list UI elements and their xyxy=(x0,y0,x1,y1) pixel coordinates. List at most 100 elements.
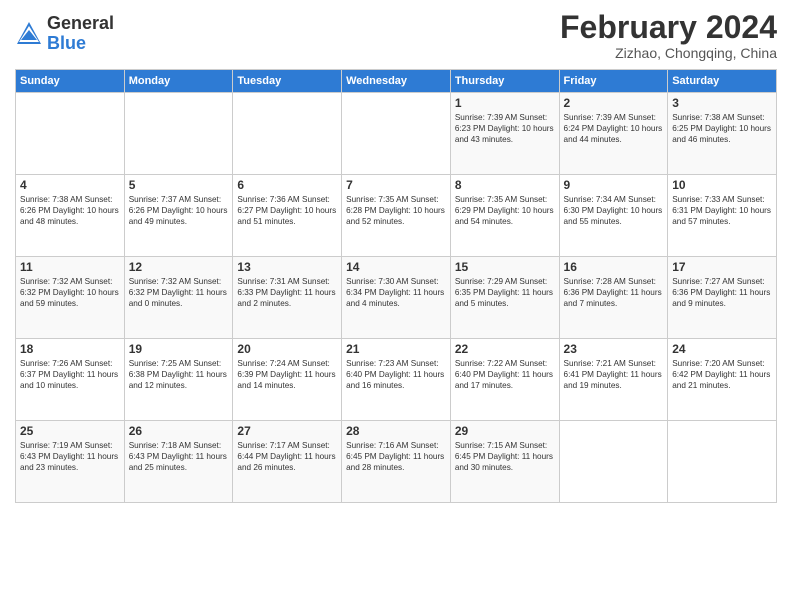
day-cell: 19 Sunrise: 7:25 AM Sunset: 6:38 PM Dayli… xyxy=(124,339,233,421)
col-header-wednesday: Wednesday xyxy=(342,70,451,93)
week-row-1: 1 Sunrise: 7:39 AM Sunset: 6:23 PM Daylig… xyxy=(16,93,777,175)
day-cell xyxy=(233,93,342,175)
day-cell: 4 Sunrise: 7:38 AM Sunset: 6:26 PM Daylig… xyxy=(16,175,125,257)
day-cell: 10Sunrise: 7:33 AM Sunset: 6:31 PM Dayli… xyxy=(668,175,777,257)
col-header-monday: Monday xyxy=(124,70,233,93)
day-number: 7 xyxy=(346,178,446,192)
logo-icon xyxy=(15,20,43,48)
day-number: 12 xyxy=(129,260,229,274)
day-number: 18 xyxy=(20,342,120,356)
day-info: Sunrise: 7:26 AM Sunset: 6:37 PM Dayligh… xyxy=(20,358,120,391)
day-cell: 8 Sunrise: 7:35 AM Sunset: 6:29 PM Daylig… xyxy=(450,175,559,257)
day-cell xyxy=(342,93,451,175)
day-cell: 2 Sunrise: 7:39 AM Sunset: 6:24 PM Daylig… xyxy=(559,93,668,175)
day-info: Sunrise: 7:35 AM Sunset: 6:29 PM Dayligh… xyxy=(455,194,555,227)
col-header-thursday: Thursday xyxy=(450,70,559,93)
day-number: 13 xyxy=(237,260,337,274)
day-cell: 24 Sunrise: 7:20 AM Sunset: 6:42 PM Dayli… xyxy=(668,339,777,421)
day-info: Sunrise: 7:36 AM Sunset: 6:27 PM Dayligh… xyxy=(237,194,337,227)
title-area: February 2024 Zizhao, Chongqing, China xyxy=(560,10,777,61)
day-cell: 28 Sunrise: 7:16 AM Sunset: 6:45 PM Dayli… xyxy=(342,421,451,503)
day-cell: 16 Sunrise: 7:28 AM Sunset: 6:36 PM Dayli… xyxy=(559,257,668,339)
day-info: Sunrise: 7:39 AM Sunset: 6:24 PM Dayligh… xyxy=(564,112,664,145)
day-number: 8 xyxy=(455,178,555,192)
day-cell: 7 Sunrise: 7:35 AM Sunset: 6:28 PM Daylig… xyxy=(342,175,451,257)
logo-text: General Blue xyxy=(47,14,114,54)
day-info: Sunrise: 7:34 AM Sunset: 6:30 PM Dayligh… xyxy=(564,194,664,227)
day-info: Sunrise: 7:38 AM Sunset: 6:25 PM Dayligh… xyxy=(672,112,772,145)
day-cell: 21 Sunrise: 7:23 AM Sunset: 6:40 PM Dayli… xyxy=(342,339,451,421)
day-cell xyxy=(668,421,777,503)
col-header-friday: Friday xyxy=(559,70,668,93)
day-cell: 5Sunrise: 7:37 AM Sunset: 6:26 PM Daylig… xyxy=(124,175,233,257)
day-cell: 3 Sunrise: 7:38 AM Sunset: 6:25 PM Daylig… xyxy=(668,93,777,175)
day-number: 2 xyxy=(564,96,664,110)
day-cell: 25Sunrise: 7:19 AM Sunset: 6:43 PM Dayli… xyxy=(16,421,125,503)
day-number: 17 xyxy=(672,260,772,274)
day-cell: 22Sunrise: 7:22 AM Sunset: 6:40 PM Dayli… xyxy=(450,339,559,421)
day-info: Sunrise: 7:31 AM Sunset: 6:33 PM Dayligh… xyxy=(237,276,337,309)
day-info: Sunrise: 7:24 AM Sunset: 6:39 PM Dayligh… xyxy=(237,358,337,391)
week-row-2: 4 Sunrise: 7:38 AM Sunset: 6:26 PM Daylig… xyxy=(16,175,777,257)
day-number: 1 xyxy=(455,96,555,110)
day-cell: 9Sunrise: 7:34 AM Sunset: 6:30 PM Daylig… xyxy=(559,175,668,257)
day-number: 10 xyxy=(672,178,772,192)
day-number: 22 xyxy=(455,342,555,356)
day-info: Sunrise: 7:27 AM Sunset: 6:36 PM Dayligh… xyxy=(672,276,772,309)
day-cell xyxy=(124,93,233,175)
day-cell: 20 Sunrise: 7:24 AM Sunset: 6:39 PM Dayli… xyxy=(233,339,342,421)
logo-general: General xyxy=(47,14,114,34)
day-info: Sunrise: 7:39 AM Sunset: 6:23 PM Dayligh… xyxy=(455,112,555,145)
day-number: 27 xyxy=(237,424,337,438)
day-info: Sunrise: 7:30 AM Sunset: 6:34 PM Dayligh… xyxy=(346,276,446,309)
day-cell: 26Sunrise: 7:18 AM Sunset: 6:43 PM Dayli… xyxy=(124,421,233,503)
day-number: 28 xyxy=(346,424,446,438)
day-cell: 17 Sunrise: 7:27 AM Sunset: 6:36 PM Dayli… xyxy=(668,257,777,339)
location-subtitle: Zizhao, Chongqing, China xyxy=(560,45,777,61)
day-info: Sunrise: 7:21 AM Sunset: 6:41 PM Dayligh… xyxy=(564,358,664,391)
day-cell: 1 Sunrise: 7:39 AM Sunset: 6:23 PM Daylig… xyxy=(450,93,559,175)
day-cell: 23Sunrise: 7:21 AM Sunset: 6:41 PM Dayli… xyxy=(559,339,668,421)
logo: General Blue xyxy=(15,14,114,54)
day-info: Sunrise: 7:32 AM Sunset: 6:32 PM Dayligh… xyxy=(129,276,229,309)
header-row: SundayMondayTuesdayWednesdayThursdayFrid… xyxy=(16,70,777,93)
day-info: Sunrise: 7:32 AM Sunset: 6:32 PM Dayligh… xyxy=(20,276,120,309)
col-header-sunday: Sunday xyxy=(16,70,125,93)
day-number: 6 xyxy=(237,178,337,192)
day-number: 26 xyxy=(129,424,229,438)
day-info: Sunrise: 7:17 AM Sunset: 6:44 PM Dayligh… xyxy=(237,440,337,473)
day-cell: 27 Sunrise: 7:17 AM Sunset: 6:44 PM Dayli… xyxy=(233,421,342,503)
day-cell xyxy=(559,421,668,503)
day-number: 14 xyxy=(346,260,446,274)
day-number: 11 xyxy=(20,260,120,274)
day-number: 5 xyxy=(129,178,229,192)
day-number: 21 xyxy=(346,342,446,356)
day-number: 16 xyxy=(564,260,664,274)
day-info: Sunrise: 7:16 AM Sunset: 6:45 PM Dayligh… xyxy=(346,440,446,473)
day-info: Sunrise: 7:25 AM Sunset: 6:38 PM Dayligh… xyxy=(129,358,229,391)
day-cell: 15Sunrise: 7:29 AM Sunset: 6:35 PM Dayli… xyxy=(450,257,559,339)
day-cell: 11 Sunrise: 7:32 AM Sunset: 6:32 PM Dayli… xyxy=(16,257,125,339)
day-number: 15 xyxy=(455,260,555,274)
col-header-tuesday: Tuesday xyxy=(233,70,342,93)
day-info: Sunrise: 7:20 AM Sunset: 6:42 PM Dayligh… xyxy=(672,358,772,391)
day-info: Sunrise: 7:28 AM Sunset: 6:36 PM Dayligh… xyxy=(564,276,664,309)
day-info: Sunrise: 7:38 AM Sunset: 6:26 PM Dayligh… xyxy=(20,194,120,227)
day-number: 20 xyxy=(237,342,337,356)
day-number: 29 xyxy=(455,424,555,438)
week-row-4: 18 Sunrise: 7:26 AM Sunset: 6:37 PM Dayli… xyxy=(16,339,777,421)
day-number: 19 xyxy=(129,342,229,356)
day-number: 4 xyxy=(20,178,120,192)
day-cell: 29 Sunrise: 7:15 AM Sunset: 6:45 PM Dayli… xyxy=(450,421,559,503)
header: General Blue February 2024 Zizhao, Chong… xyxy=(15,10,777,61)
col-header-saturday: Saturday xyxy=(668,70,777,93)
day-cell xyxy=(16,93,125,175)
day-info: Sunrise: 7:19 AM Sunset: 6:43 PM Dayligh… xyxy=(20,440,120,473)
day-number: 24 xyxy=(672,342,772,356)
day-number: 3 xyxy=(672,96,772,110)
week-row-5: 25Sunrise: 7:19 AM Sunset: 6:43 PM Dayli… xyxy=(16,421,777,503)
day-info: Sunrise: 7:35 AM Sunset: 6:28 PM Dayligh… xyxy=(346,194,446,227)
day-info: Sunrise: 7:23 AM Sunset: 6:40 PM Dayligh… xyxy=(346,358,446,391)
month-title: February 2024 xyxy=(560,10,777,45)
day-info: Sunrise: 7:15 AM Sunset: 6:45 PM Dayligh… xyxy=(455,440,555,473)
